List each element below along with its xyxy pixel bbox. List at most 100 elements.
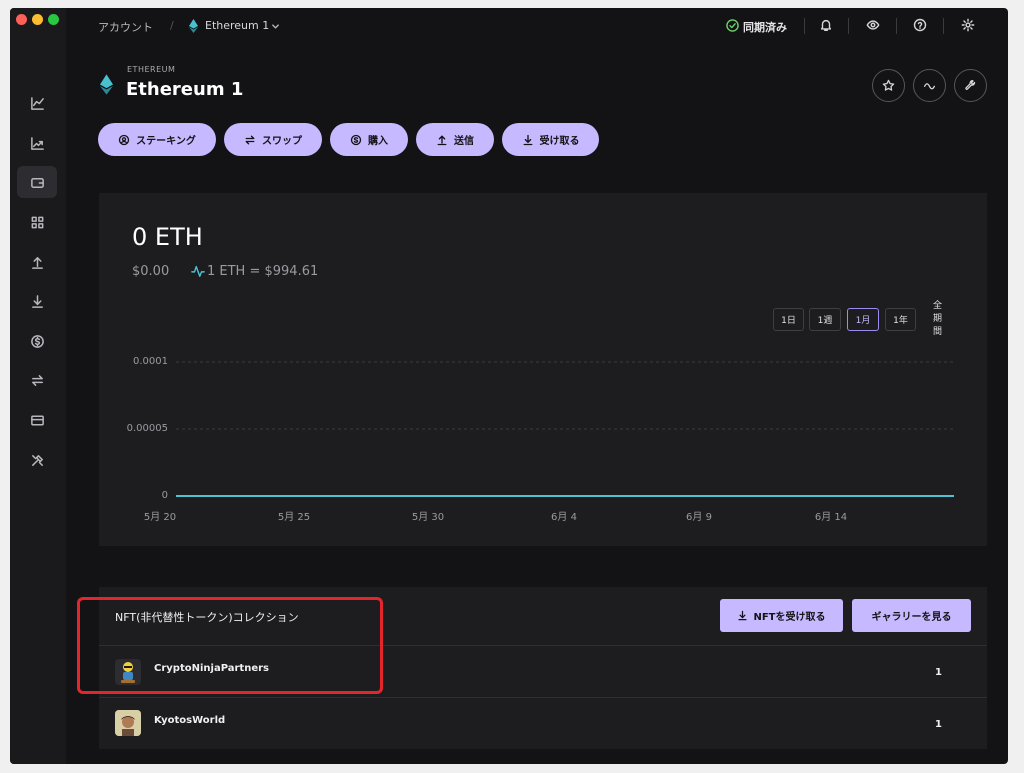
kyotos-avatar-icon (115, 710, 141, 736)
range-1d-button[interactable]: 1日 (773, 308, 804, 331)
view-gallery-label: ギャラリーを見る (871, 612, 952, 623)
wave-icon (923, 83, 936, 90)
nft-collection-count: 1 (935, 719, 942, 730)
range-all-button[interactable]: 全 期 間 (922, 296, 953, 342)
account-currency-label: ETHEREUM (127, 65, 176, 74)
receive-nft-label: NFTを受け取る (753, 612, 826, 623)
card-icon (30, 415, 44, 425)
range-1m-button[interactable]: 1月 (847, 308, 879, 331)
y-tick-label: 0.0001 (133, 356, 168, 367)
range-1w-label: 1週 (817, 316, 833, 326)
nft-collection-name[interactable]: KyotosWorld (154, 715, 225, 726)
staking-icon (118, 134, 130, 145)
sidebar-item-market[interactable] (17, 127, 57, 159)
dollar-circle-icon (350, 134, 362, 145)
divider (943, 18, 944, 34)
sidebar-item-discover[interactable] (17, 206, 57, 238)
send-button[interactable]: 送信 (416, 123, 494, 156)
send-arrow-icon (437, 135, 447, 145)
crypto-balance: 0 ETH (132, 223, 203, 251)
help-icon (913, 18, 927, 32)
receive-nft-button[interactable]: NFTを受け取る (720, 599, 843, 632)
wrench-icon (965, 79, 976, 90)
buy-label: 購入 (368, 136, 388, 147)
sidebar-item-swap[interactable] (17, 364, 57, 396)
star-button[interactable] (872, 69, 905, 102)
buy-button[interactable]: 購入 (330, 123, 408, 156)
close-window-button[interactable] (16, 14, 27, 25)
account-settings-button[interactable] (913, 69, 946, 102)
range-1y-label: 1年 (893, 316, 908, 326)
chevron-down-icon[interactable] (271, 22, 280, 31)
sidebar-item-accounts[interactable] (17, 166, 57, 198)
sync-check-icon (726, 19, 739, 32)
zoom-window-button[interactable] (48, 14, 59, 25)
divider (896, 18, 897, 34)
view-gallery-button[interactable]: ギャラリーを見る (852, 599, 971, 632)
grid-icon (31, 216, 43, 228)
nft-collection-avatar (115, 710, 141, 736)
divider (848, 18, 849, 34)
y-tick-label: 0 (161, 490, 168, 501)
tools-button[interactable] (954, 69, 987, 102)
range-all-label-2: 期 (932, 313, 942, 324)
balance-card (99, 193, 987, 546)
range-1d-label: 1日 (781, 316, 796, 326)
exchange-rate: 1 ETH = $994.61 (207, 264, 319, 279)
range-all-label-3: 間 (932, 326, 942, 337)
range-all-label-1: 全 (932, 300, 942, 311)
breadcrumb-account[interactable]: Ethereum 1 (205, 19, 269, 32)
account-title: Ethereum 1 (126, 79, 244, 100)
ethereum-logo-icon (100, 74, 113, 95)
staking-button[interactable]: ステーキング (98, 123, 216, 156)
send-label: 送信 (454, 136, 474, 147)
receive-button[interactable]: 受け取る (502, 123, 599, 156)
send-arrow-icon (31, 256, 43, 269)
range-1y-button[interactable]: 1年 (885, 308, 916, 331)
x-tick-label: 5月 30 (411, 512, 445, 523)
bell-icon (820, 19, 832, 31)
y-tick-label: 0.00005 (126, 423, 168, 434)
sidebar-item-receive[interactable] (17, 285, 57, 317)
sidebar-item-send[interactable] (17, 246, 57, 278)
ethereum-icon (189, 19, 198, 33)
help-button[interactable] (912, 17, 928, 33)
divider (99, 697, 987, 698)
sidebar-item-portfolio[interactable] (17, 87, 57, 119)
star-icon (882, 79, 895, 91)
settings-icon (961, 18, 975, 32)
wallet-icon (30, 177, 44, 188)
sidebar-item-buy[interactable] (17, 325, 57, 357)
visibility-button[interactable] (865, 17, 881, 33)
swap-icon (31, 374, 43, 386)
receive-label: 受け取る (539, 136, 580, 147)
x-tick-label: 6月 14 (814, 512, 848, 523)
notifications-button[interactable] (818, 17, 834, 33)
sidebar-item-tools[interactable] (17, 444, 57, 476)
eye-icon (866, 20, 880, 30)
highlight-annotation (77, 597, 383, 694)
swap-button[interactable]: スワップ (224, 123, 322, 156)
range-1m-label: 1月 (855, 316, 871, 326)
divider (804, 18, 805, 34)
x-tick-label: 5月 20 (143, 512, 177, 523)
breadcrumb-separator: / (170, 19, 174, 32)
market-icon (30, 136, 44, 150)
settings-button[interactable] (960, 17, 976, 33)
breadcrumb-root[interactable]: アカウント (98, 19, 153, 35)
swap-icon (245, 135, 255, 144)
x-tick-label: 6月 4 (551, 512, 577, 523)
swap-label: スワップ (262, 136, 302, 147)
sync-status: 同期済み (743, 21, 787, 34)
sidebar (10, 8, 66, 764)
range-1w-button[interactable]: 1週 (809, 308, 841, 331)
x-tick-label: 5月 25 (277, 512, 311, 523)
fiat-balance: $0.00 (132, 264, 170, 279)
receive-arrow-icon (523, 134, 532, 145)
sidebar-item-card[interactable] (17, 404, 57, 436)
x-tick-label: 6月 9 (686, 512, 712, 523)
minimize-window-button[interactable] (32, 14, 43, 25)
staking-label: ステーキング (136, 136, 196, 147)
app-window: アカウント / Ethereum 1 同期済み ETHEREUM Ethereu… (10, 8, 1008, 764)
portfolio-icon (30, 96, 44, 110)
